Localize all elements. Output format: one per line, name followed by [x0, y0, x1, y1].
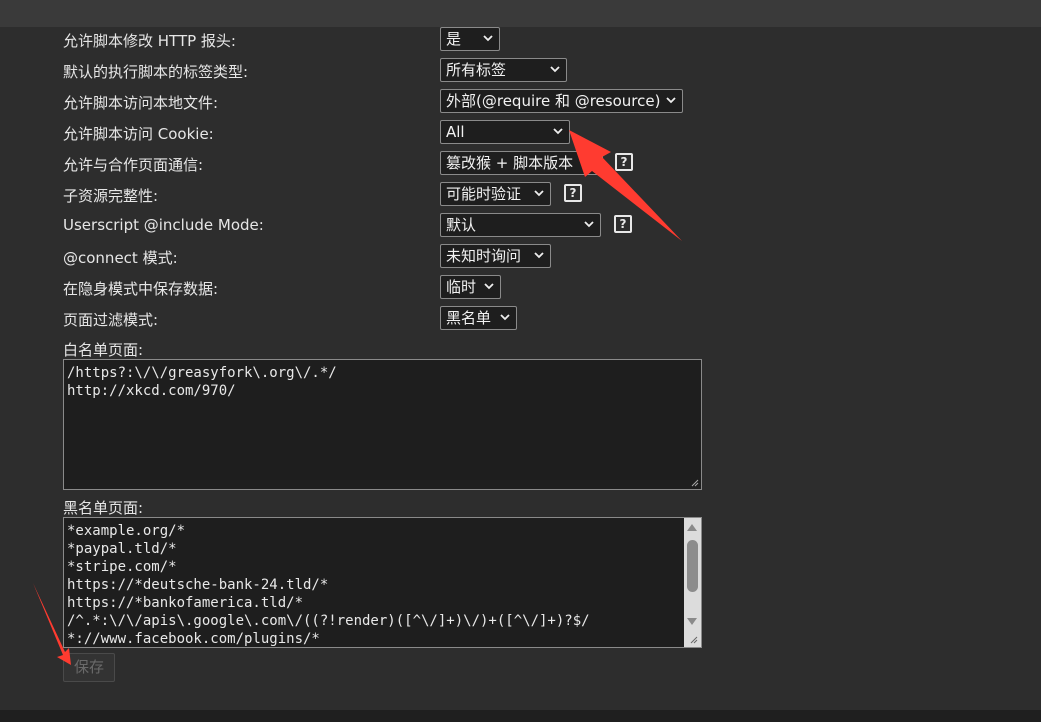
help-icon[interactable]: ? [615, 153, 633, 171]
select-value: 可能时验证 [446, 185, 522, 203]
blacklist-line: *://www.facebook.com/plugins/* [67, 631, 320, 647]
chevron-down-icon [586, 159, 596, 166]
scroll-up-arrow-icon[interactable] [687, 524, 697, 531]
help-icon[interactable]: ? [614, 215, 632, 233]
chevron-down-icon [550, 66, 560, 73]
scrollbar-thumb[interactable] [687, 540, 698, 592]
setting-label: 允许与合作页面通信: [63, 156, 204, 174]
include-mode-select[interactable]: 默认 [440, 213, 601, 237]
setting-label: 子资源完整性: [63, 187, 159, 205]
setting-label: 允许脚本访问本地文件: [63, 94, 219, 112]
chevron-down-icon [500, 314, 510, 321]
resize-grip-icon[interactable] [691, 479, 699, 487]
chevron-down-icon [666, 97, 676, 104]
whitelist-line: http://xkcd.com/970/ [67, 383, 236, 399]
select-value: 外部(@require 和 @resource) [446, 92, 661, 110]
select-value: 临时 [446, 278, 477, 296]
blacklist-line: *example.org/* [67, 523, 186, 539]
select-value: 未知时询问 [446, 247, 522, 265]
setting-label: Userscript @include Mode: [63, 216, 264, 234]
sri-select[interactable]: 可能时验证 [440, 182, 551, 206]
chevron-down-icon [483, 35, 493, 42]
blacklist-line: https://*bankofamerica.tld/* [67, 595, 304, 611]
blacklist-label: 黑名单页面: [63, 499, 144, 517]
blacklist-line: *paypal.tld/* [67, 541, 177, 557]
setting-label: 允许脚本修改 HTTP 报头: [63, 32, 236, 50]
setting-label: 允许脚本访问 Cookie: [63, 125, 214, 143]
setting-label: 在隐身模式中保存数据: [63, 280, 219, 298]
setting-label: 默认的执行脚本的标签类型: [63, 63, 249, 81]
whitelist-label: 白名单页面: [63, 341, 144, 359]
select-value: 是 [446, 30, 462, 48]
blacklist-scrollbar[interactable] [684, 518, 701, 647]
local-files-select[interactable]: 外部(@require 和 @resource) [440, 89, 683, 113]
chevron-down-icon [534, 252, 544, 259]
resize-grip-icon[interactable] [690, 636, 698, 644]
blacklist-line: /^.*:\/\/apis\.google\.com\/((?!render)(… [67, 613, 590, 629]
top-bar [0, 0, 1041, 27]
setting-label: @connect 模式: [63, 249, 178, 267]
blacklist-textarea[interactable]: *example.org/* *paypal.tld/* *stripe.com… [63, 517, 702, 648]
chevron-down-icon [534, 190, 544, 197]
save-button[interactable]: 保存 [63, 653, 115, 682]
http-headers-select[interactable]: 是 [440, 27, 500, 51]
whitelist-textarea[interactable]: /https?:\/\/greasyfork\.org\/.*/ http://… [63, 359, 702, 490]
chevron-down-icon [484, 283, 494, 290]
scroll-down-arrow-icon[interactable] [687, 618, 697, 625]
chevron-down-icon [553, 128, 563, 135]
cookie-select[interactable]: All [440, 120, 570, 144]
partner-comm-select[interactable]: 篡改猴 + 脚本版本 [440, 151, 603, 175]
blacklist-line: https://*deutsche-bank-24.tld/* [67, 577, 329, 593]
bottom-bar [0, 710, 1041, 722]
tab-type-select[interactable]: 所有标签 [440, 58, 567, 82]
whitelist-line: /https?:\/\/greasyfork\.org\/.*/ [67, 365, 337, 381]
select-value: All [446, 123, 465, 141]
select-value: 所有标签 [446, 61, 507, 79]
filter-mode-select[interactable]: 黑名单 [440, 306, 517, 330]
setting-label: 页面过滤模式: [63, 311, 159, 329]
select-value: 黑名单 [446, 309, 492, 327]
connect-mode-select[interactable]: 未知时询问 [440, 244, 551, 268]
select-value: 篡改猴 + 脚本版本 [446, 154, 574, 172]
select-value: 默认 [446, 216, 477, 234]
chevron-down-icon [584, 221, 594, 228]
blacklist-line: *stripe.com/* [67, 559, 177, 575]
incognito-select[interactable]: 临时 [440, 275, 501, 299]
help-icon[interactable]: ? [564, 184, 582, 202]
